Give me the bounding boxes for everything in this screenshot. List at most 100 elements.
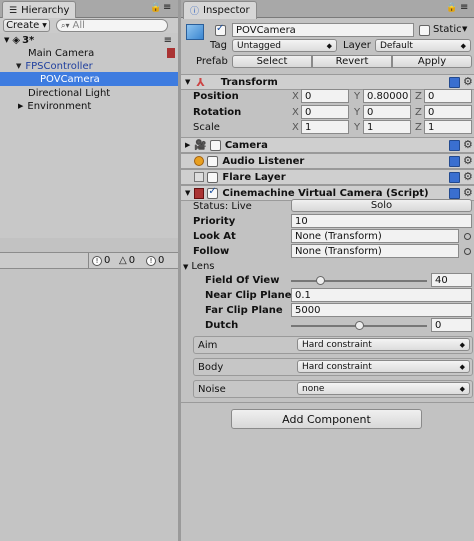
noise-label: Noise xyxy=(198,384,226,395)
scale-x-field[interactable]: 1 xyxy=(301,120,349,134)
camera-enabled-checkbox[interactable] xyxy=(209,139,221,151)
body-label: Body xyxy=(198,362,224,373)
static-checkbox[interactable] xyxy=(419,25,430,36)
info-filter-toggle[interactable]: ! 0 xyxy=(92,254,110,267)
prefab-apply-button[interactable]: Apply xyxy=(392,55,472,68)
object-picker-icon[interactable] xyxy=(464,248,471,255)
transform-header[interactable]: ▼ ⅄ Transform xyxy=(181,74,474,90)
panel-menu-icon[interactable]: ≡ xyxy=(460,2,468,13)
follow-field[interactable]: None (Transform) xyxy=(291,244,459,258)
tag-value: Untagged xyxy=(237,40,282,51)
gear-icon[interactable]: ⚙ xyxy=(463,186,473,199)
list-item-directional-light[interactable]: Directional Light xyxy=(0,86,178,100)
unity-scene-icon: ◈ xyxy=(12,34,21,46)
tab-hierarchy[interactable]: ☰ Hierarchy xyxy=(2,1,76,19)
audio-listener-header[interactable]: ▶ Audio Listener xyxy=(181,153,474,169)
near-clip-field[interactable]: 0.1 xyxy=(291,288,472,302)
fov-slider-track[interactable] xyxy=(291,280,427,282)
rotation-x-value: 0 xyxy=(305,106,312,118)
list-item-povcamera[interactable]: POVCamera xyxy=(0,72,178,86)
scale-z-label: Z xyxy=(415,122,422,133)
add-component-button[interactable]: Add Component xyxy=(231,409,422,429)
aim-value: Hard constraint xyxy=(302,339,372,350)
tag-dropdown[interactable]: Untagged ◆ xyxy=(232,39,337,52)
tab-inspector[interactable]: ⓘ Inspector xyxy=(183,1,257,19)
noise-dropdown[interactable]: none ◆ xyxy=(297,382,470,395)
list-item-fpscontroller[interactable]: ▼ FPSController xyxy=(0,59,178,73)
help-book-icon[interactable] xyxy=(449,77,460,88)
flare-layer-header[interactable]: ▶ Flare Layer xyxy=(181,169,474,185)
prefab-label: Prefab xyxy=(196,56,228,67)
flare-layer-icon xyxy=(194,172,205,182)
dutch-field[interactable]: 0 xyxy=(431,318,472,332)
position-z-label: Z xyxy=(415,91,422,102)
lookat-field[interactable]: None (Transform) xyxy=(291,229,459,243)
layer-dropdown[interactable]: Default ◆ xyxy=(375,39,471,52)
object-picker-icon[interactable] xyxy=(464,233,471,240)
gear-icon[interactable]: ⚙ xyxy=(463,154,473,167)
scale-x-label: X xyxy=(292,122,299,133)
position-y-label: Y xyxy=(354,91,361,102)
position-y-field[interactable]: 0.80000 xyxy=(363,89,411,103)
chevron-down-icon: ◆ xyxy=(459,362,465,371)
flare-layer-enabled-checkbox[interactable] xyxy=(207,171,219,183)
create-button[interactable]: Create ▼ xyxy=(3,19,50,32)
chevron-down-icon: ◆ xyxy=(460,41,466,50)
rotation-z-field[interactable]: 0 xyxy=(424,105,472,119)
console-panel: ! 0 △ 0 ! 0 xyxy=(0,252,178,541)
gear-icon[interactable]: ⚙ xyxy=(463,75,473,88)
static-dropdown-icon[interactable]: ▼ xyxy=(462,25,467,33)
search-field[interactable]: ⌕▾ All xyxy=(56,19,168,32)
audio-listener-title: Audio Listener xyxy=(222,155,305,167)
inspector-tab-label: Inspector xyxy=(203,5,250,16)
script-icon xyxy=(194,187,205,199)
gear-icon[interactable]: ⚙ xyxy=(463,138,473,151)
solo-button[interactable]: Solo xyxy=(291,199,472,212)
scene-menu-icon[interactable]: ≡ xyxy=(164,35,172,46)
active-checkbox[interactable] xyxy=(215,23,226,36)
far-clip-field[interactable]: 5000 xyxy=(291,303,472,317)
prefab-revert-button[interactable]: Revert xyxy=(312,55,392,68)
dutch-slider-knob[interactable] xyxy=(354,321,364,330)
gear-icon[interactable]: ⚙ xyxy=(463,170,473,183)
rotation-x-field[interactable]: 0 xyxy=(301,105,349,119)
lens-foldout[interactable]: ▼ Lens xyxy=(183,261,215,272)
scale-y-field[interactable]: 1 xyxy=(363,120,411,134)
scene-row[interactable]: ▼ ◈ 3* ≡ xyxy=(0,33,178,47)
fov-label: Field Of View xyxy=(205,275,280,286)
body-dropdown[interactable]: Hard constraint ◆ xyxy=(297,360,470,373)
search-placeholder: All xyxy=(72,20,85,31)
expand-arrow-icon: ▼ xyxy=(185,189,191,197)
list-item-main-camera[interactable]: Main Camera xyxy=(0,46,178,60)
camera-component-header[interactable]: ▶ 🎥 Camera xyxy=(181,137,474,153)
help-book-icon[interactable] xyxy=(449,172,460,183)
object-name-field[interactable]: POVCamera xyxy=(232,23,414,37)
rotation-y-field[interactable]: 0 xyxy=(363,105,411,119)
info-count: 0 xyxy=(104,255,111,266)
dutch-value: 0 xyxy=(435,319,442,331)
lock-icon[interactable]: 🔒 xyxy=(446,3,457,13)
vcam-enabled-checkbox[interactable] xyxy=(207,186,219,199)
position-x-field[interactable]: 0 xyxy=(301,89,349,103)
rotation-z-label: Z xyxy=(415,107,422,118)
lookat-label: Look At xyxy=(193,231,236,242)
warning-filter-toggle[interactable]: △ 0 xyxy=(119,254,135,267)
gameobject-cube-icon xyxy=(186,24,204,40)
list-item-environment[interactable]: ▶ Environment xyxy=(0,99,178,113)
prefab-select-button[interactable]: Select xyxy=(232,55,312,68)
scale-z-field[interactable]: 1 xyxy=(424,120,472,134)
aim-dropdown[interactable]: Hard constraint ◆ xyxy=(297,338,470,351)
follow-label: Follow xyxy=(193,246,230,257)
error-filter-toggle[interactable]: ! 0 xyxy=(146,254,164,267)
help-book-icon[interactable] xyxy=(449,156,460,167)
position-x-value: 0 xyxy=(305,90,312,102)
lock-icon[interactable]: 🔒 xyxy=(150,3,161,13)
hierarchy-tab-icon: ☰ xyxy=(9,5,18,16)
position-z-field[interactable]: 0 xyxy=(424,89,472,103)
audio-listener-enabled-checkbox[interactable] xyxy=(207,155,219,167)
priority-field[interactable]: 10 xyxy=(291,214,472,228)
panel-menu-icon[interactable]: ≡ xyxy=(163,2,171,13)
help-book-icon[interactable] xyxy=(449,140,460,151)
fov-field[interactable]: 40 xyxy=(431,273,472,287)
help-book-icon[interactable] xyxy=(449,188,460,199)
